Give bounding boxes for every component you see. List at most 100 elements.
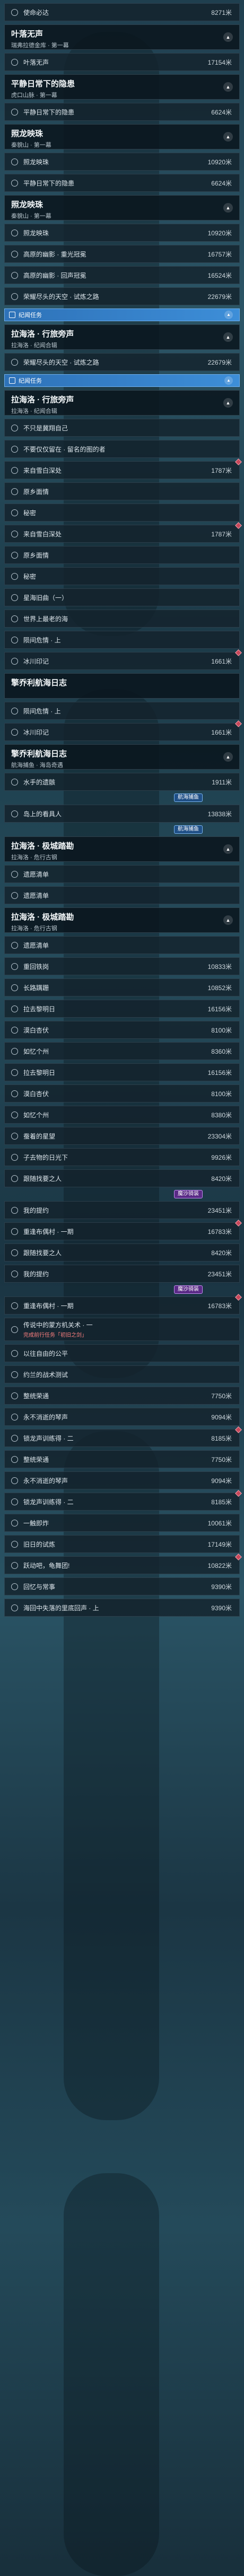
quest-group-header[interactable]: 拉海洛 · 行旅旁声 拉海洛 · 纪闻合辑 ▲ — [4, 324, 240, 350]
collapse-icon[interactable]: ▲ — [223, 332, 233, 342]
quest-row[interactable]: 我的提约 23451米 — [4, 1265, 240, 1283]
collapse-icon[interactable]: ▲ — [224, 376, 233, 385]
quest-row[interactable]: 锁龙声训练得 · 二 8185米 — [4, 1426, 242, 1447]
quest-row[interactable]: 水手的遗骸 1911米 — [4, 773, 240, 791]
quest-row[interactable]: 世界上最老的海 — [4, 610, 240, 628]
quest-row[interactable]: 拉去黎明日 16156米 — [4, 1000, 240, 1018]
quest-row[interactable]: 高原的幽影 · 重光冠冕 16757米 — [4, 245, 240, 263]
quest-row[interactable]: 秘密 — [4, 504, 240, 522]
quest-row[interactable]: 以往自由的公平 — [4, 1344, 240, 1362]
collapse-icon[interactable]: ▲ — [223, 398, 233, 408]
quest-row[interactable]: 秘密 — [4, 567, 240, 585]
quest-row[interactable]: 整统荣通 7750米 — [4, 1450, 240, 1468]
quest-row[interactable]: 平静日常下的隐患 6624米 — [4, 103, 240, 121]
checkbox-icon — [11, 657, 18, 665]
category-bar[interactable]: 纪闻任务 ▲ — [4, 374, 240, 387]
checkbox-icon — [11, 530, 18, 537]
quest-row[interactable]: 使命必达 8271米 — [4, 3, 240, 21]
quest-title: 不要仅仅留在 · 留名的图的者 — [23, 445, 106, 453]
quest-group-header[interactable]: 平静日常下的隐患 虎口山脉 · 第一幕 ▲ — [4, 74, 240, 100]
quest-row[interactable]: 荣耀尽头的天空 · 试炼之路 22679米 — [4, 287, 240, 305]
quest-group-header[interactable]: 擎乔利航海日志 航海捕鱼 · 海岛奇遇 ▲ — [4, 744, 240, 770]
quest-distance: 8185米 — [211, 1498, 232, 1506]
quest-row[interactable]: 漠白杏伏 8100米 — [4, 1021, 240, 1039]
checkbox-icon — [11, 8, 18, 16]
group-title: 平静日常下的隐患 — [11, 80, 75, 89]
quest-row[interactable]: 来自雪白深处 1787米 — [4, 522, 242, 543]
quest-row[interactable]: 高原的幽影 · 回声冠冕 16524米 — [4, 266, 240, 284]
collapse-icon[interactable]: ▲ — [224, 311, 233, 319]
quest-row[interactable]: 蚕着的星望 23304米 — [4, 1127, 240, 1145]
quest-distance: 7750米 — [211, 1455, 232, 1463]
quest-row[interactable]: 海回中失落的里底回声 · 上 9390米 — [4, 1599, 240, 1617]
quest-group-header[interactable]: 照龙映珠 秦貌山 · 第一幕 ▲ — [4, 195, 240, 220]
quest-row[interactable]: 漠白杏伏 8100米 — [4, 1084, 240, 1102]
quest-group-header[interactable]: 擎乔利航海日志 — [4, 673, 240, 699]
quest-row[interactable]: 不要仅仅留在 · 留名的图的者 — [4, 440, 240, 458]
quest-row[interactable]: 陨间危情 · 上 — [4, 631, 240, 649]
quest-row[interactable]: 我的提约 23451米 — [4, 1201, 240, 1219]
quest-group-header[interactable]: 拉海洛 · 极城踏勘 拉海洛 · 危行古钢 ▲ — [4, 836, 240, 862]
quest-group-header[interactable]: 叶落无声 瑞弗拉德金库 · 第一幕 ▲ — [4, 24, 240, 50]
quest-group-header[interactable]: 拉海洛 · 极城踏勘 拉海洛 · 危行古钢 ▲ — [4, 907, 240, 933]
quest-title: 来自雪白深处 — [23, 530, 62, 538]
quest-row[interactable]: 约兰的战术测试 — [4, 1365, 240, 1383]
collapse-icon[interactable]: ▲ — [223, 32, 233, 42]
quest-row[interactable]: 重回铁岗 10833米 — [4, 957, 240, 975]
quest-distance: 7750米 — [211, 1392, 232, 1400]
quest-row[interactable]: 照龙映珠 10920米 — [4, 224, 240, 242]
collapse-icon[interactable]: ▲ — [223, 132, 233, 142]
collapse-icon[interactable]: ▲ — [223, 915, 233, 925]
quest-row[interactable]: 重逢布偶村 · 一期 16783米 — [4, 1220, 242, 1240]
quest-row[interactable]: 一触即炸 10061米 — [4, 1514, 240, 1532]
category-bar[interactable]: 纪闻任务 ▲ — [4, 308, 240, 321]
checkbox-icon — [11, 1153, 18, 1161]
quest-row[interactable]: 锁龙声训练得 · 二 8185米 — [4, 1490, 242, 1511]
quest-title: 永不消逝的琴声 — [23, 1477, 68, 1485]
collapse-icon[interactable]: ▲ — [223, 82, 233, 92]
quest-row[interactable]: 遗愿清单 — [4, 865, 240, 883]
quest-row[interactable]: 陨间危情 · 上 — [4, 702, 240, 720]
quest-row[interactable]: 跟随找要之人 8420米 — [4, 1243, 240, 1261]
quest-row[interactable]: 回忆与常事 9390米 — [4, 1577, 240, 1595]
quest-row[interactable]: 原乡面情 — [4, 546, 240, 564]
quest-row[interactable]: 永不消逝的琴声 9094米 — [4, 1471, 240, 1489]
quest-group-header[interactable]: 照龙映珠 秦貌山 · 第一幕 ▲ — [4, 124, 240, 149]
collapse-icon[interactable]: ▲ — [223, 752, 233, 762]
quest-row[interactable]: 原乡面情 — [4, 482, 240, 500]
quest-row[interactable]: 平静日常下的隐患 6624米 — [4, 174, 240, 192]
quest-row[interactable]: 来自雪白深处 1787米 — [4, 458, 242, 479]
quest-row[interactable]: 岛上的看具人 13838米 — [4, 805, 240, 823]
quest-title: 照龙映珠 — [23, 158, 49, 166]
quest-row[interactable]: 星海旧曲（一） — [4, 588, 240, 606]
quest-row[interactable]: 旧日的试炼 17149米 — [4, 1535, 240, 1553]
collapse-icon[interactable]: ▲ — [223, 844, 233, 854]
quest-row[interactable]: 跃动吧，龟舞团! 10822米 — [4, 1554, 242, 1574]
quest-row[interactable]: 冰川印记 1661米 — [4, 720, 242, 741]
quest-row[interactable]: 遗愿清单 — [4, 936, 240, 954]
quest-row[interactable]: 荣耀尽头的天空 · 试炼之路 22679米 — [4, 353, 240, 371]
quest-row[interactable]: 冰川印记 1661米 — [4, 649, 242, 670]
quest-row[interactable]: 遗愿清单 — [4, 886, 240, 904]
quest-row[interactable]: 拉去黎明日 16156米 — [4, 1063, 240, 1081]
quest-row[interactable]: 如忆个州 8360米 — [4, 1042, 240, 1060]
quest-group-header[interactable]: 拉海洛 · 行旅旁声 拉海洛 · 纪闻合辑 ▲ — [4, 390, 240, 416]
quest-row[interactable]: 跟随找要之人 8420米 — [4, 1169, 240, 1187]
checkbox-icon — [11, 1228, 18, 1235]
quest-row[interactable]: 子去物的日光下 9926米 — [4, 1148, 240, 1166]
checkbox-icon — [11, 1270, 18, 1277]
quest-row[interactable]: 永不消逝的琴声 9094米 — [4, 1408, 240, 1426]
quest-row[interactable]: 叶落无声 17154米 — [4, 53, 240, 71]
quest-row[interactable]: 不只是冀翔自己 — [4, 419, 240, 437]
quest-row[interactable]: 整统荣通 7750米 — [4, 1387, 240, 1405]
quest-distance: 8100米 — [211, 1026, 232, 1034]
quest-row[interactable]: 照龙映珠 10920米 — [4, 153, 240, 171]
collapse-icon[interactable]: ▲ — [223, 203, 233, 213]
quest-title: 岛上的看具人 — [23, 810, 62, 818]
quest-row-locked[interactable]: 传说中的蒙方机关术 · 一完成前行任务「初旧之剑」 — [4, 1318, 240, 1341]
quest-title: 照龙映珠 — [23, 229, 49, 237]
quest-row[interactable]: 如忆个州 8380米 — [4, 1106, 240, 1124]
quest-title: 我的提约 — [23, 1206, 49, 1214]
quest-row[interactable]: 长路蹒跚 10852米 — [4, 978, 240, 996]
quest-row[interactable]: 重逢布偶村 · 一期 16783米 — [4, 1294, 242, 1315]
